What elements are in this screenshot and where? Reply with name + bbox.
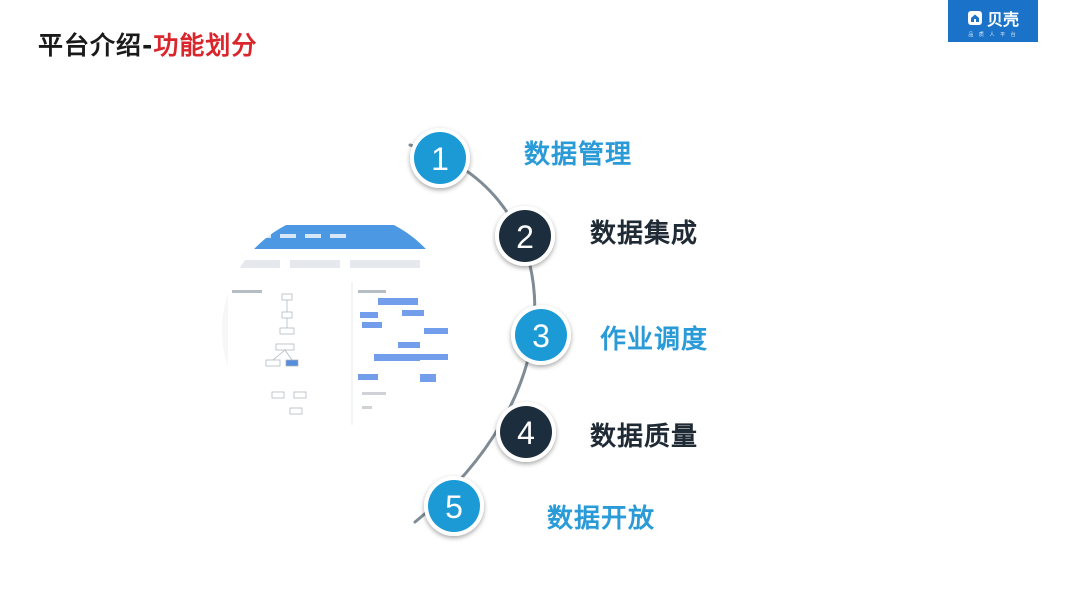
product-screenshot [222, 212, 458, 448]
step-number-2: 2 [516, 219, 534, 255]
step-number-4: 4 [517, 415, 535, 451]
step-label-2: 数据集成 [590, 219, 699, 249]
step-number-3: 3 [532, 318, 550, 354]
screenshot-topbar [222, 225, 458, 249]
step-number-1: 1 [431, 141, 449, 177]
step-label-3: 作业调度 [600, 325, 709, 355]
step-label-1: 数据管理 [524, 140, 633, 170]
step-number-5: 5 [445, 489, 463, 525]
step-label-5: 数据开放 [547, 504, 656, 534]
diagram-canvas: 1 2 3 4 5 [222, 128, 571, 536]
step-label-4: 数据质量 [590, 422, 699, 452]
